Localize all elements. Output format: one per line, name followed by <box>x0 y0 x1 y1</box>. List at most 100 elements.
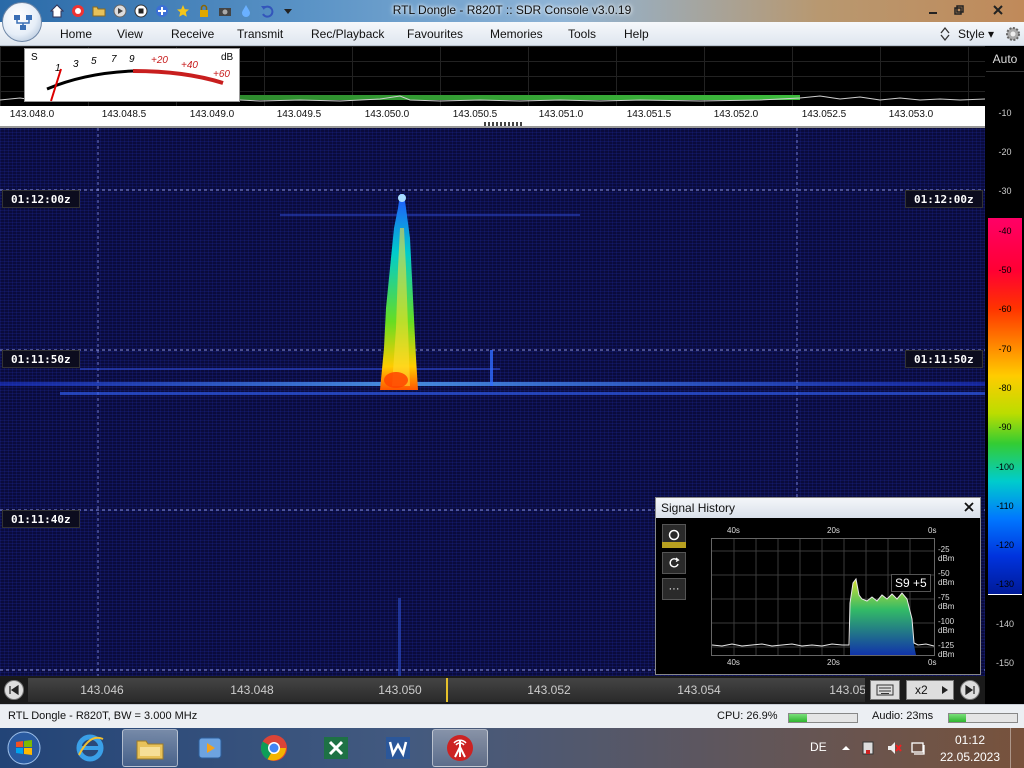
sh-more-button[interactable]: ··· <box>662 578 686 600</box>
freq-tick-label: 143.048.0 <box>9 109 55 120</box>
play-icon[interactable] <box>111 2 129 20</box>
db-tick-label: -70 <box>998 344 1012 354</box>
tray-clock-date[interactable]: 22.05.2023 <box>933 750 1007 764</box>
tune-freq-label: 143.056 <box>829 683 865 697</box>
tune-freq-label: 143.052 <box>527 683 571 697</box>
tray-language[interactable]: DE <box>810 740 827 754</box>
plus-icon[interactable] <box>153 2 171 20</box>
tuning-scale[interactable]: 143.046 143.048 143.050 143.052 <box>28 678 655 702</box>
style-updown-icon[interactable] <box>940 26 950 42</box>
smeter-tick: +20 <box>151 55 168 66</box>
tuning-marker[interactable] <box>446 678 448 702</box>
folder-icon[interactable] <box>90 2 108 20</box>
zoom-selector[interactable]: x2 <box>906 680 954 700</box>
tray-volume-muted-icon[interactable] <box>886 740 902 756</box>
start-button[interactable] <box>2 730 46 766</box>
menu-favourites[interactable]: Favourites <box>407 27 463 41</box>
db-tick-label: -120 <box>995 540 1014 550</box>
close-button[interactable] <box>984 0 1012 20</box>
stop-icon[interactable] <box>132 2 150 20</box>
application-menu-button[interactable] <box>2 2 42 42</box>
smeter-db-label: dB <box>221 52 234 63</box>
keyboard-button[interactable] <box>870 680 900 700</box>
drop-icon[interactable] <box>237 2 255 20</box>
sh-axis-label: 20s <box>827 526 840 535</box>
chevron-right-icon <box>942 686 948 694</box>
sh-axis-label: 0s <box>928 658 937 667</box>
minimize-button[interactable] <box>920 0 946 20</box>
auto-button[interactable]: Auto <box>986 46 1024 72</box>
tune-right-button[interactable] <box>960 680 980 700</box>
home-icon[interactable] <box>48 2 66 20</box>
freq-tick-label: 143.052.5 <box>801 109 847 120</box>
tune-freq-label: 143.054 <box>677 683 721 697</box>
close-icon[interactable] <box>962 500 976 514</box>
taskbar-file-explorer[interactable] <box>122 729 178 767</box>
show-desktop-button[interactable] <box>1010 728 1024 768</box>
taskbar-media-player[interactable] <box>182 729 238 767</box>
rewind-icon <box>9 684 19 696</box>
tray-clock-time[interactable]: 01:12 <box>940 733 1000 747</box>
keyboard-icon <box>876 684 894 696</box>
sh-y-label: -50 dBm <box>938 569 955 587</box>
taskbar-sdr-console[interactable] <box>432 729 488 767</box>
menu-help[interactable]: Help <box>624 27 649 41</box>
taskbar-internet-explorer[interactable] <box>62 729 118 767</box>
signal-history-panel: Signal History ··· 40s 20s 0s 40s 20s 0s <box>655 497 981 675</box>
media-player-icon <box>198 737 222 759</box>
sh-reset-button[interactable] <box>662 552 686 574</box>
signal-history-graph[interactable]: -25 dBm -50 dBm -75 dBm -100 dBm -125 dB… <box>711 538 954 659</box>
style-menu[interactable]: Style ▾ <box>958 27 994 41</box>
menu-view[interactable]: View <box>117 27 143 41</box>
minimize-icon <box>929 12 937 14</box>
db-tick-label: -100 <box>995 462 1014 472</box>
freq-tick-label: 143.050.5 <box>452 109 498 120</box>
sdr-console-window: RTL Dongle - R820T :: SDR Console v3.0.1… <box>0 0 1024 768</box>
star-icon[interactable] <box>174 2 192 20</box>
lock-icon[interactable] <box>195 2 213 20</box>
lifebuoy-icon[interactable] <box>69 2 87 20</box>
freq-tick-label: 143.051.5 <box>626 109 672 120</box>
undo-icon[interactable] <box>258 2 276 20</box>
freq-tick-label: 143.053.0 <box>888 109 934 120</box>
taskbar-chrome[interactable] <box>246 729 302 767</box>
db-scale-labels: -10 -20 -30 -40 -50 -60 -70 -80 -90 -100… <box>986 72 1024 704</box>
tune-freq-label: 143.046 <box>80 683 124 697</box>
audio-latency-fill <box>949 714 966 722</box>
close-icon <box>993 5 1003 15</box>
sdr-console-icon <box>447 735 473 761</box>
menu-rec-playback[interactable]: Rec/Playback <box>311 27 384 41</box>
tune-freq-label: 143.048 <box>230 683 274 697</box>
signal-history-title: Signal History <box>656 498 980 518</box>
camera-icon[interactable] <box>216 2 234 20</box>
db-tick-label: -30 <box>998 186 1012 196</box>
menu-receive[interactable]: Receive <box>171 27 214 41</box>
sh-y-label: -125 dBm <box>938 641 955 659</box>
tray-action-center-icon[interactable] <box>910 740 926 756</box>
tune-left-button[interactable] <box>4 680 24 700</box>
db-tick-label: -90 <box>998 422 1012 432</box>
db-tick-label: -10 <box>998 108 1012 118</box>
maximize-button[interactable] <box>946 0 972 20</box>
cpu-usage-bar <box>788 713 858 723</box>
tune-freq-label: 143.050 <box>378 683 422 697</box>
gear-icon[interactable] <box>1004 25 1022 43</box>
taskbar-excel[interactable] <box>308 729 364 767</box>
menu-memories[interactable]: Memories <box>490 27 543 41</box>
menu-home[interactable]: Home <box>60 27 92 41</box>
signal-readout: S9 +5 <box>891 574 931 592</box>
menu-transmit[interactable]: Transmit <box>237 27 283 41</box>
splitter-handle[interactable] <box>484 122 524 126</box>
db-tick-label: -140 <box>995 619 1014 629</box>
taskbar-word[interactable] <box>370 729 426 767</box>
tray-network-icon[interactable] <box>860 740 876 756</box>
excel-icon <box>324 737 348 759</box>
tuning-scale-right[interactable]: 143.054 143.056 <box>655 678 865 702</box>
menu-tools[interactable]: Tools <box>568 27 596 41</box>
waterfall-timestamp: 01:12:00z <box>905 190 983 208</box>
sh-axis-label: 20s <box>827 658 840 667</box>
audio-latency-label: Audio: 23ms <box>872 710 934 722</box>
tray-expand-icon[interactable] <box>841 743 851 753</box>
zoom-label: x2 <box>915 683 928 697</box>
dropdown-icon[interactable] <box>279 2 297 20</box>
